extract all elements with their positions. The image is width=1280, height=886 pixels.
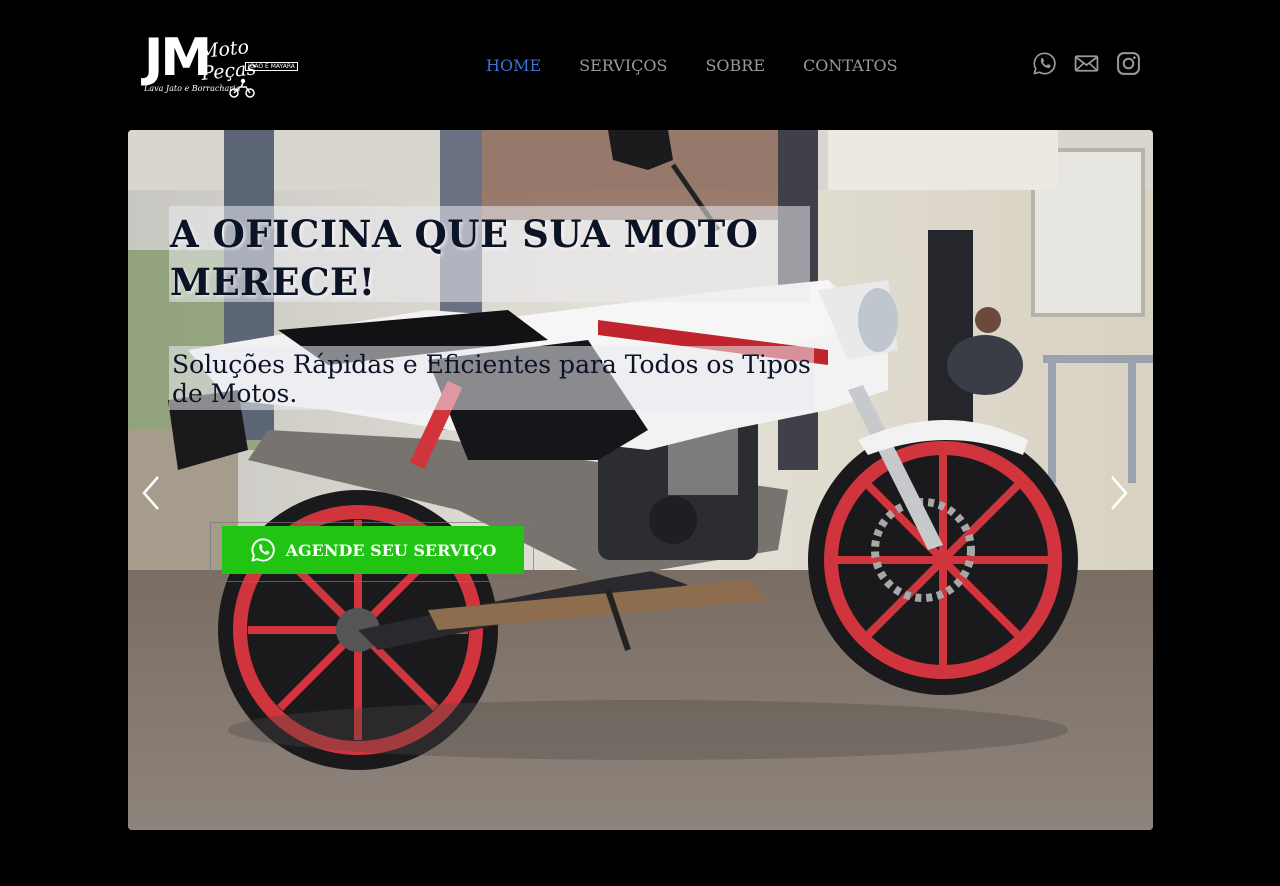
chevron-right-icon — [1111, 476, 1128, 510]
brand-logo[interactable]: JM Moto Peças JOÃO E MAYARA Lava Jato e … — [142, 30, 298, 102]
logo-script: Moto Peças — [197, 36, 258, 86]
slider-next-arrow[interactable] — [1106, 475, 1130, 511]
hero-subline: Soluções Rápidas e Eficientes para Todos… — [172, 350, 812, 408]
whatsapp-icon[interactable] — [1032, 51, 1057, 76]
chevron-left-icon — [142, 476, 159, 510]
headline-line-2: MERECE! — [170, 260, 376, 304]
hero-headline: A OFICINA QUE SUA MOTO MERECE! — [170, 210, 810, 306]
subline-line-2: de Motos. — [172, 379, 298, 408]
instagram-icon[interactable] — [1116, 51, 1141, 76]
slider-prev-arrow[interactable] — [140, 475, 164, 511]
logo-subtitle: Lava Jato e Borracharia — [144, 84, 241, 93]
mail-icon[interactable] — [1074, 51, 1099, 76]
nav-contatos[interactable]: CONTATOS — [803, 55, 898, 77]
social-links — [1032, 51, 1141, 76]
schedule-service-label: AGENDE SEU SERVIÇO — [285, 540, 497, 560]
nav-sobre[interactable]: SOBRE — [705, 55, 765, 77]
subline-line-1: Soluções Rápidas e Eficientes para Todos… — [172, 350, 811, 379]
whatsapp-icon — [250, 537, 276, 563]
schedule-service-button[interactable]: AGENDE SEU SERVIÇO — [222, 526, 524, 574]
main-nav: HOME SERVIÇOS SOBRE CONTATOS — [486, 55, 936, 77]
logo-tag: JOÃO E MAYARA — [245, 62, 298, 71]
nav-servicos[interactable]: SERVIÇOS — [579, 55, 667, 77]
nav-home[interactable]: HOME — [486, 55, 541, 77]
headline-line-1: A OFICINA QUE SUA MOTO — [170, 212, 759, 256]
hero-slider: A OFICINA QUE SUA MOTO MERECE! Soluções … — [128, 130, 1153, 830]
motorcycle-rider-icon — [229, 78, 255, 98]
